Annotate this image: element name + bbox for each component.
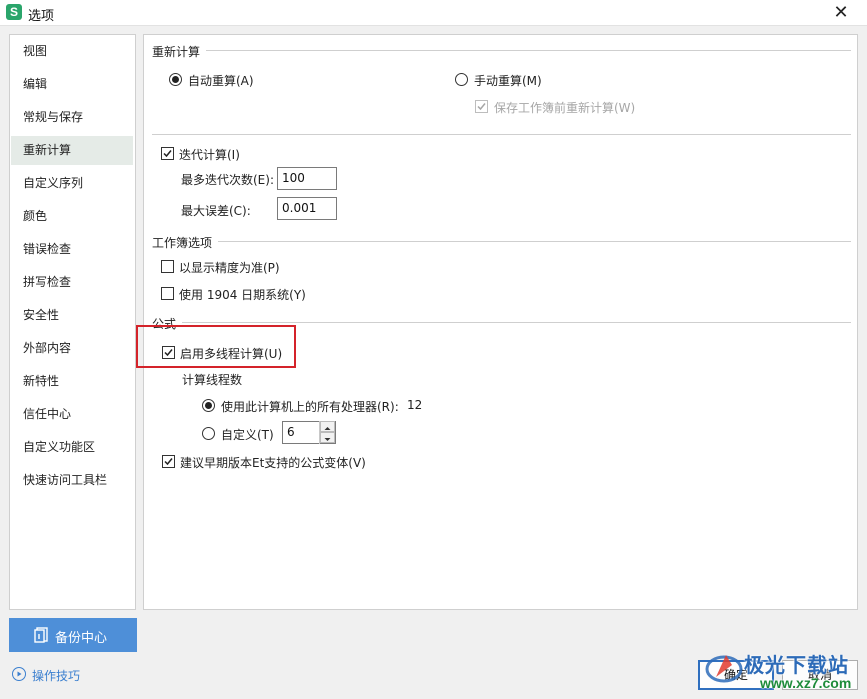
- auto-recalc-label: 自动重算(A): [188, 74, 254, 88]
- sidebar-item-external-content[interactable]: 外部内容: [11, 334, 133, 363]
- use-all-processors-label: 使用此计算机上的所有处理器(R):: [221, 400, 399, 414]
- auto-recalc-radio[interactable]: [169, 73, 182, 86]
- close-button[interactable]: ✕: [821, 1, 861, 25]
- sidebar-item-view[interactable]: 视图: [11, 37, 133, 66]
- sidebar-item-custom-lists[interactable]: 自定义序列: [11, 169, 133, 198]
- title-bar: S 选项 ✕: [0, 0, 867, 26]
- tips-label: 操作技巧: [32, 669, 81, 683]
- max-iterations-input[interactable]: 100: [277, 167, 337, 190]
- sidebar-item-general-save[interactable]: 常规与保存: [11, 103, 133, 132]
- custom-threads-stepper[interactable]: [319, 421, 335, 444]
- legacy-formula-checkbox[interactable]: [162, 455, 175, 468]
- save-before-recalc-checkbox[interactable]: [475, 100, 488, 113]
- window-title: 选项: [28, 9, 55, 24]
- sidebar-item-trust-center[interactable]: 信任中心: [11, 400, 133, 429]
- sidebar-item-new-features[interactable]: 新特性: [11, 367, 133, 396]
- use-all-processors-radio[interactable]: [202, 399, 215, 412]
- sidebar-item-error-check[interactable]: 错误检查: [11, 235, 133, 264]
- legacy-formula-label: 建议早期版本Et支持的公式变体(V): [180, 456, 366, 470]
- highlight-box: [136, 325, 296, 368]
- sidebar-item-spell-check[interactable]: 拼写检查: [11, 268, 133, 297]
- section-divider: [182, 322, 851, 323]
- section-divider: [152, 134, 851, 135]
- sidebar-item-recalculation[interactable]: 重新计算: [11, 136, 133, 165]
- sidebar-item-security[interactable]: 安全性: [11, 301, 133, 330]
- options-sidebar: 视图 编辑 常规与保存 重新计算 自定义序列 颜色 错误检查 拼写检查 安全性 …: [9, 34, 136, 610]
- max-change-input[interactable]: 0.001: [277, 197, 337, 220]
- date-1904-label: 使用 1904 日期系统(Y): [179, 288, 306, 302]
- iteration-label: 迭代计算(I): [179, 148, 240, 162]
- stepper-down-icon[interactable]: [320, 432, 335, 443]
- section-title-workbook: 工作簿选项: [152, 236, 213, 250]
- iteration-checkbox[interactable]: [161, 147, 174, 160]
- backup-center-button[interactable]: 备份中心: [9, 618, 137, 652]
- custom-threads-label: 自定义(T): [221, 428, 274, 442]
- manual-recalc-radio[interactable]: [455, 73, 468, 86]
- sidebar-item-customize-ribbon[interactable]: 自定义功能区: [11, 433, 133, 462]
- ok-button[interactable]: 确定: [698, 660, 774, 690]
- stepper-up-icon[interactable]: [320, 421, 335, 432]
- custom-threads-radio[interactable]: [202, 427, 215, 440]
- date-1904-checkbox[interactable]: [161, 287, 174, 300]
- backup-center-label: 备份中心: [55, 631, 108, 646]
- sidebar-item-edit[interactable]: 编辑: [11, 70, 133, 99]
- precision-as-displayed-checkbox[interactable]: [161, 260, 174, 273]
- sidebar-item-quick-access-toolbar[interactable]: 快速访问工具栏: [11, 466, 133, 495]
- processor-count-value: 12: [407, 398, 423, 412]
- app-logo-icon: S: [6, 4, 22, 20]
- options-content-panel: 重新计算 自动重算(A) 手动重算(M) 保存工作簿前重新计算(W) 迭代计算(…: [143, 34, 858, 610]
- max-change-label: 最大误差(C):: [181, 204, 251, 218]
- section-divider: [218, 241, 851, 242]
- cancel-button[interactable]: 取消: [782, 660, 858, 690]
- manual-recalc-label: 手动重算(M): [474, 74, 542, 88]
- section-title-recalc: 重新计算: [152, 45, 201, 59]
- play-circle-icon: [12, 667, 26, 681]
- section-divider: [206, 50, 851, 51]
- max-iterations-label: 最多迭代次数(E):: [181, 173, 274, 187]
- save-before-recalc-label: 保存工作簿前重新计算(W): [494, 101, 636, 115]
- thread-count-title: 计算线程数: [182, 373, 243, 387]
- precision-as-displayed-label: 以显示精度为准(P): [179, 261, 280, 275]
- sidebar-item-colors[interactable]: 颜色: [11, 202, 133, 231]
- backup-icon: [34, 627, 48, 643]
